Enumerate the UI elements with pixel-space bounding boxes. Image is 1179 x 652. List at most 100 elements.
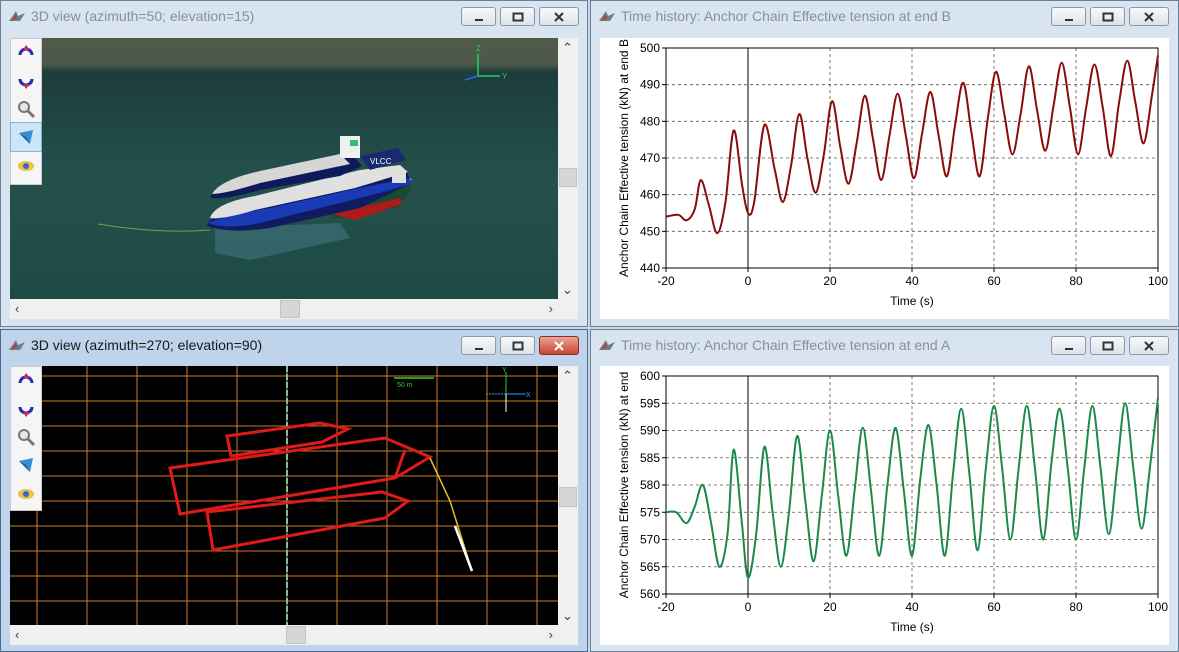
y-tick-label: 460	[640, 188, 660, 202]
rotate-up-icon	[18, 373, 34, 384]
chart-b-titlebar[interactable]: Time history: Anchor Chain Effective ten…	[591, 1, 1178, 31]
x-tick-label: 40	[905, 274, 919, 288]
x-tick-label: 100	[1148, 600, 1168, 614]
scroll-thumb[interactable]	[286, 626, 306, 644]
y-tick-label: 450	[640, 224, 660, 238]
chart-b-client: -20 0 20 40 60 80 100 440 450 460 470 480 490 500 Time…	[600, 38, 1169, 319]
time-history-chart-a[interactable]: -20 0 20 40 60 80 100 560 565 570 575 580 585 590 595 6…	[600, 366, 1169, 645]
minimize-button[interactable]	[1051, 336, 1086, 355]
ship-render: VLCC Z Y	[97, 44, 508, 260]
scroll-up-icon[interactable]: ⌃	[562, 369, 573, 382]
horizontal-scrollbar[interactable]: ‹ ›	[10, 299, 558, 319]
shade-icon	[19, 130, 33, 144]
y-tick-label: 500	[640, 41, 660, 55]
maximize-button[interactable]	[1090, 336, 1125, 355]
close-button[interactable]	[1129, 336, 1169, 355]
y-tick-label: 600	[640, 369, 660, 383]
y-axis-label: Anchor Chain Effective tension (kN) at e…	[617, 372, 631, 599]
x-axis-label: Time (s)	[890, 620, 934, 634]
close-button[interactable]	[539, 336, 579, 355]
y-tick-label: 440	[640, 261, 660, 275]
y-tick-label: 590	[640, 424, 660, 438]
view3d-bottom-window[interactable]: 3D view (azimuth=270; elevation=90) 50 m	[0, 329, 588, 652]
plan-view-scene[interactable]: 50 m Y X	[10, 366, 558, 625]
view-icon	[18, 489, 34, 499]
orcaflex-view-icon	[599, 340, 615, 350]
scroll-right-icon[interactable]: ›	[549, 302, 553, 315]
vertical-scrollbar[interactable]: ⌃ ⌄	[558, 366, 578, 625]
scroll-thumb[interactable]	[559, 487, 577, 507]
ocean-scene[interactable]: VLCC Z Y	[10, 38, 558, 299]
time-history-chart-b[interactable]: -20 0 20 40 60 80 100 440 450 460 470 480 490 500 Time…	[600, 38, 1169, 319]
chart-b-window[interactable]: Time history: Anchor Chain Effective ten…	[590, 0, 1179, 327]
window-title: 3D view (azimuth=50; elevation=15)	[31, 8, 255, 24]
orcaflex-view-icon	[9, 340, 25, 350]
y-tick-label: 470	[640, 151, 660, 165]
shade-icon	[19, 458, 33, 472]
scroll-up-icon[interactable]: ⌃	[562, 41, 573, 54]
window-title: 3D view (azimuth=270; elevation=90)	[31, 337, 263, 353]
y-tick-label: 565	[640, 560, 660, 574]
maximize-button[interactable]	[1090, 7, 1125, 26]
chart-a-window[interactable]: Time history: Anchor Chain Effective ten…	[590, 329, 1179, 652]
maximize-button[interactable]	[500, 7, 535, 26]
axes-triad: Y X	[486, 367, 531, 412]
minimize-button[interactable]	[461, 7, 496, 26]
chart-a-client: -20 0 20 40 60 80 100 560 565 570 575 580 585 590 595 6…	[600, 366, 1169, 645]
chart-a-titlebar[interactable]: Time history: Anchor Chain Effective ten…	[591, 330, 1178, 360]
x-tick-label: 60	[987, 274, 1001, 288]
vertical-scrollbar[interactable]: ⌃ ⌄	[558, 38, 578, 299]
view3d-top-window[interactable]: 3D view (azimuth=50; elevation=15) VLCC …	[0, 0, 588, 327]
y-axis-label: Anchor Chain Effective tension (kN) at e…	[617, 39, 631, 277]
x-tick-label: -20	[657, 274, 675, 288]
scroll-right-icon[interactable]: ›	[549, 628, 553, 641]
view3d-bottom-titlebar[interactable]: 3D view (azimuth=270; elevation=90)	[1, 330, 587, 360]
view-toolbox	[10, 38, 42, 185]
rotate-down-button[interactable]	[11, 67, 41, 95]
x-tick-label: 100	[1148, 274, 1168, 288]
y-tick-label: 560	[640, 587, 660, 601]
rotate-down-icon	[18, 406, 34, 417]
rotate-up-icon	[18, 45, 34, 56]
rotate-down-button[interactable]	[11, 395, 41, 423]
close-button[interactable]	[1129, 7, 1169, 26]
axes-triad: Z Y	[464, 44, 508, 81]
view-button[interactable]	[11, 479, 41, 507]
y-tick-label: 595	[640, 396, 660, 410]
shade-button[interactable]	[11, 451, 41, 479]
view-button[interactable]	[11, 151, 41, 179]
scroll-down-icon[interactable]: ⌄	[562, 283, 573, 296]
x-tick-label: 20	[823, 274, 837, 288]
scroll-down-icon[interactable]: ⌄	[562, 609, 573, 622]
x-tick-label: 80	[1069, 600, 1083, 614]
scroll-thumb[interactable]	[559, 168, 577, 187]
view3d-top-titlebar[interactable]: 3D view (azimuth=50; elevation=15)	[1, 1, 587, 31]
zoom-button[interactable]	[11, 95, 41, 123]
svg-text:Y: Y	[502, 367, 507, 374]
x-tick-label: 80	[1069, 274, 1083, 288]
shade-button[interactable]	[10, 122, 42, 152]
minimize-button[interactable]	[1051, 7, 1086, 26]
view-icon	[18, 161, 34, 171]
scrollbar-corner	[558, 299, 578, 319]
zoom-button[interactable]	[11, 423, 41, 451]
plan-view-render: 50 m Y X	[10, 366, 558, 625]
minimize-button[interactable]	[461, 336, 496, 355]
horizontal-scrollbar[interactable]: ‹ ›	[10, 625, 558, 645]
maximize-button[interactable]	[500, 336, 535, 355]
scale-label: 50 m	[397, 382, 413, 389]
y-tick-label: 490	[640, 78, 660, 92]
scroll-left-icon[interactable]: ‹	[15, 302, 19, 315]
close-button[interactable]	[539, 7, 579, 26]
view-toolbox	[10, 366, 42, 511]
zoom-icon	[18, 429, 36, 447]
view3d-bottom-client: 50 m Y X ⌃ ⌄ ‹ ›	[10, 366, 578, 645]
scroll-left-icon[interactable]: ‹	[15, 628, 19, 641]
scroll-thumb[interactable]	[280, 300, 300, 318]
rotate-up-button[interactable]	[11, 39, 41, 67]
x-tick-label: 0	[745, 274, 752, 288]
rotate-up-button[interactable]	[11, 367, 41, 395]
y-tick-label: 580	[640, 478, 660, 492]
window-title: Time history: Anchor Chain Effective ten…	[621, 8, 951, 24]
mooring-line	[97, 223, 211, 232]
